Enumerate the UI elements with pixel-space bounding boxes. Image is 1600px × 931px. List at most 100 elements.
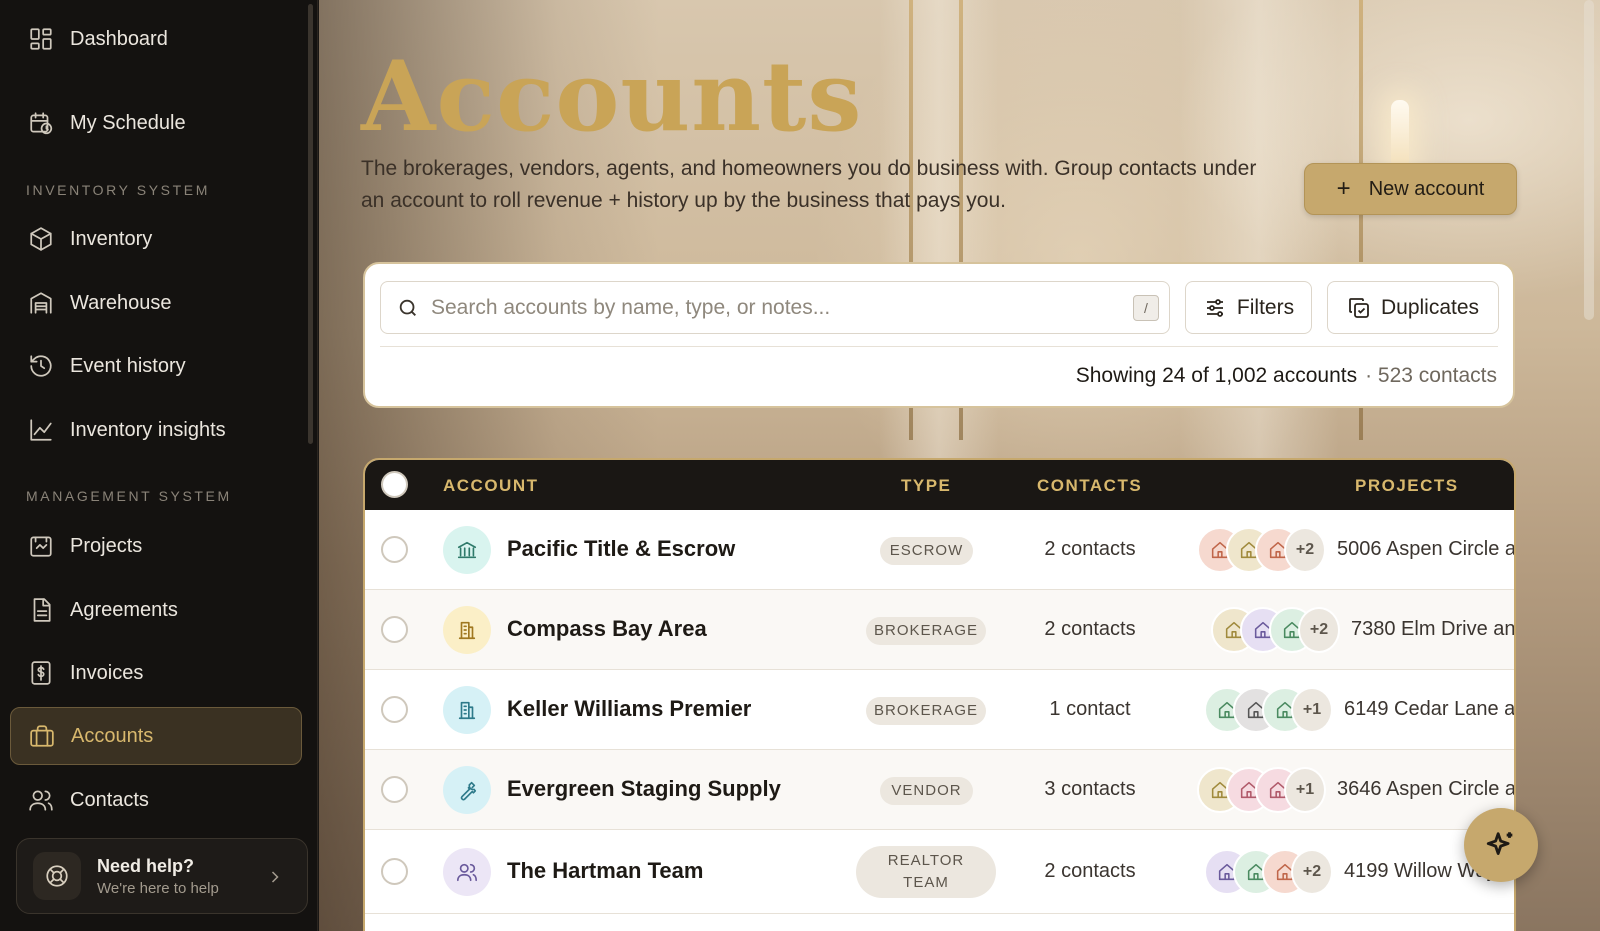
account-name[interactable]: Compass Bay Area (507, 616, 707, 642)
table-row[interactable]: Pacific Title & Escrow ESCROW 2 contacts… (365, 510, 1514, 590)
contacts-cell[interactable]: 2 contacts (1005, 860, 1175, 883)
sidebar-item-warehouse[interactable]: Warehouse (10, 274, 302, 332)
projects-icon (30, 536, 52, 557)
help-card[interactable]: Need help? We're here to help (16, 838, 308, 914)
contacts-cell[interactable]: 1 contact (1005, 698, 1175, 721)
contacts-cell[interactable]: 2 contacts (1005, 618, 1175, 641)
more-projects-badge[interactable]: +1 (1284, 767, 1326, 813)
filters-label: Filters (1236, 295, 1295, 319)
help-icon-box (33, 852, 81, 900)
chevron-right-icon (271, 871, 279, 883)
sidebar-item-label: Invoices (70, 661, 144, 684)
search-input[interactable] (431, 295, 1121, 320)
page-subtitle: The brokerages, vendors, agents, and hom… (361, 157, 1257, 212)
account-avatar (443, 766, 491, 814)
sliders-icon (1206, 298, 1223, 317)
row-checkbox[interactable] (381, 616, 408, 643)
new-account-button[interactable]: + New account (1304, 163, 1517, 215)
plus-icon: + (1336, 175, 1351, 202)
main-content: Accounts The brokerages, vendors, agents… (319, 0, 1600, 931)
type-badge-label: BROKERAGE (873, 622, 979, 639)
sidebar-item-label: Contacts (70, 788, 149, 811)
invoice-icon (31, 661, 51, 685)
duplicates-icon (1349, 297, 1369, 318)
table-row[interactable]: Evergreen Staging Supply VENDOR 3 contac… (365, 750, 1514, 830)
contacts-count: · 523 contacts (1365, 364, 1497, 387)
panel-divider (380, 346, 1498, 347)
users-icon (457, 863, 477, 882)
type-badge: VENDOR (880, 777, 973, 805)
new-account-label: New account (1368, 177, 1485, 200)
row-checkbox[interactable] (381, 776, 408, 803)
project-address[interactable]: 7380 Elm Drive and (1351, 618, 1514, 641)
row-checkbox[interactable] (381, 536, 408, 563)
row-checkbox[interactable] (381, 858, 408, 885)
type-badge: REALTOR TEAM (856, 846, 996, 898)
duplicates-label: Duplicates (1380, 295, 1480, 319)
sidebar-item-event-history[interactable]: Event history (10, 337, 302, 395)
sidebar-item-label: Agreements (70, 598, 178, 621)
warehouse-icon (30, 292, 52, 314)
document-icon (33, 598, 51, 622)
duplicates-button[interactable]: Duplicates (1327, 281, 1499, 334)
more-projects-badge[interactable]: +2 (1284, 527, 1326, 573)
sidebar: Dashboard My Schedule INVENTORY SYSTEM I… (0, 0, 318, 931)
sidebar-item-label: Event history (70, 354, 186, 377)
more-projects-badge[interactable]: +2 (1298, 607, 1340, 653)
sidebar-item-accounts[interactable]: Accounts (10, 707, 302, 765)
building-icon (458, 701, 476, 720)
account-name[interactable]: Pacific Title & Escrow (507, 536, 735, 562)
wrench-icon (460, 781, 477, 801)
table-header: ACCOUNT TYPE CONTACTS PROJECTS (365, 460, 1514, 510)
sidebar-item-contacts[interactable]: Contacts (10, 771, 302, 829)
table-row[interactable]: Keller Williams Premier BROKERAGE 1 cont… (365, 670, 1514, 750)
page-scrollbar[interactable] (1584, 0, 1594, 320)
users-icon (29, 790, 53, 811)
filters-button[interactable]: Filters (1185, 281, 1312, 334)
project-address[interactable]: 3646 Aspen Circle a (1337, 778, 1514, 801)
contacts-cell[interactable]: 3 contacts (1005, 778, 1175, 801)
sidebar-item-dashboard[interactable]: Dashboard (10, 10, 302, 68)
table-row[interactable]: Compass Bay Area BROKERAGE 2 contacts +2… (365, 590, 1514, 670)
column-header-type[interactable]: TYPE (901, 476, 951, 496)
search-box[interactable]: / (380, 281, 1170, 334)
sidebar-item-inventory-insights[interactable]: Inventory insights (10, 401, 302, 459)
sidebar-item-projects[interactable]: Projects (10, 517, 302, 575)
column-header-projects[interactable]: PROJECTS (1355, 476, 1459, 496)
more-projects-badge[interactable]: +2 (1291, 849, 1333, 895)
account-avatar (443, 848, 491, 896)
history-icon (30, 355, 52, 377)
row-checkbox[interactable] (381, 696, 408, 723)
more-projects-badge[interactable]: +1 (1291, 687, 1333, 733)
sidebar-item-label: Projects (70, 534, 143, 557)
type-badge: BROKERAGE (866, 617, 986, 645)
account-name[interactable]: The Hartman Team (507, 858, 703, 884)
column-header-contacts[interactable]: CONTACTS (1037, 476, 1142, 496)
account-name[interactable]: Keller Williams Premier (507, 696, 751, 722)
contacts-cell[interactable]: 2 contacts (1005, 538, 1175, 561)
toolbar-panel: / Filters Duplicates Showing 24 of 1,002… (363, 262, 1515, 408)
sidebar-item-label: My Schedule (70, 111, 186, 134)
project-address[interactable]: 5006 Aspen Circle ar (1337, 538, 1514, 561)
search-shortcut-hint: / (1133, 295, 1159, 321)
ai-assistant-button[interactable] (1464, 808, 1538, 882)
table-row[interactable]: The Hartman Team REALTOR TEAM 2 contacts… (365, 830, 1514, 914)
sidebar-scrollbar[interactable] (308, 4, 313, 444)
sidebar-item-my-schedule[interactable]: My Schedule (10, 94, 302, 152)
column-header-account[interactable]: ACCOUNT (443, 476, 539, 496)
search-icon (399, 299, 416, 316)
lifebuoy-icon (46, 865, 68, 887)
account-avatar (443, 686, 491, 734)
type-badge: ESCROW (880, 537, 973, 565)
accounts-count: Showing 24 of 1,002 accounts (1075, 364, 1358, 387)
account-name[interactable]: Evergreen Staging Supply (507, 776, 781, 802)
account-avatar (443, 526, 491, 574)
help-title: Need help? (97, 855, 195, 876)
sidebar-item-inventory[interactable]: Inventory (10, 210, 302, 268)
select-all-checkbox[interactable] (381, 471, 408, 498)
sidebar-item-agreements[interactable]: Agreements (10, 581, 302, 639)
page-title: Accounts (361, 40, 863, 153)
sidebar-item-invoices[interactable]: Invoices (10, 644, 302, 702)
project-address[interactable]: 6149 Cedar Lane an (1344, 698, 1514, 721)
help-subtitle: We're here to help (97, 879, 219, 897)
